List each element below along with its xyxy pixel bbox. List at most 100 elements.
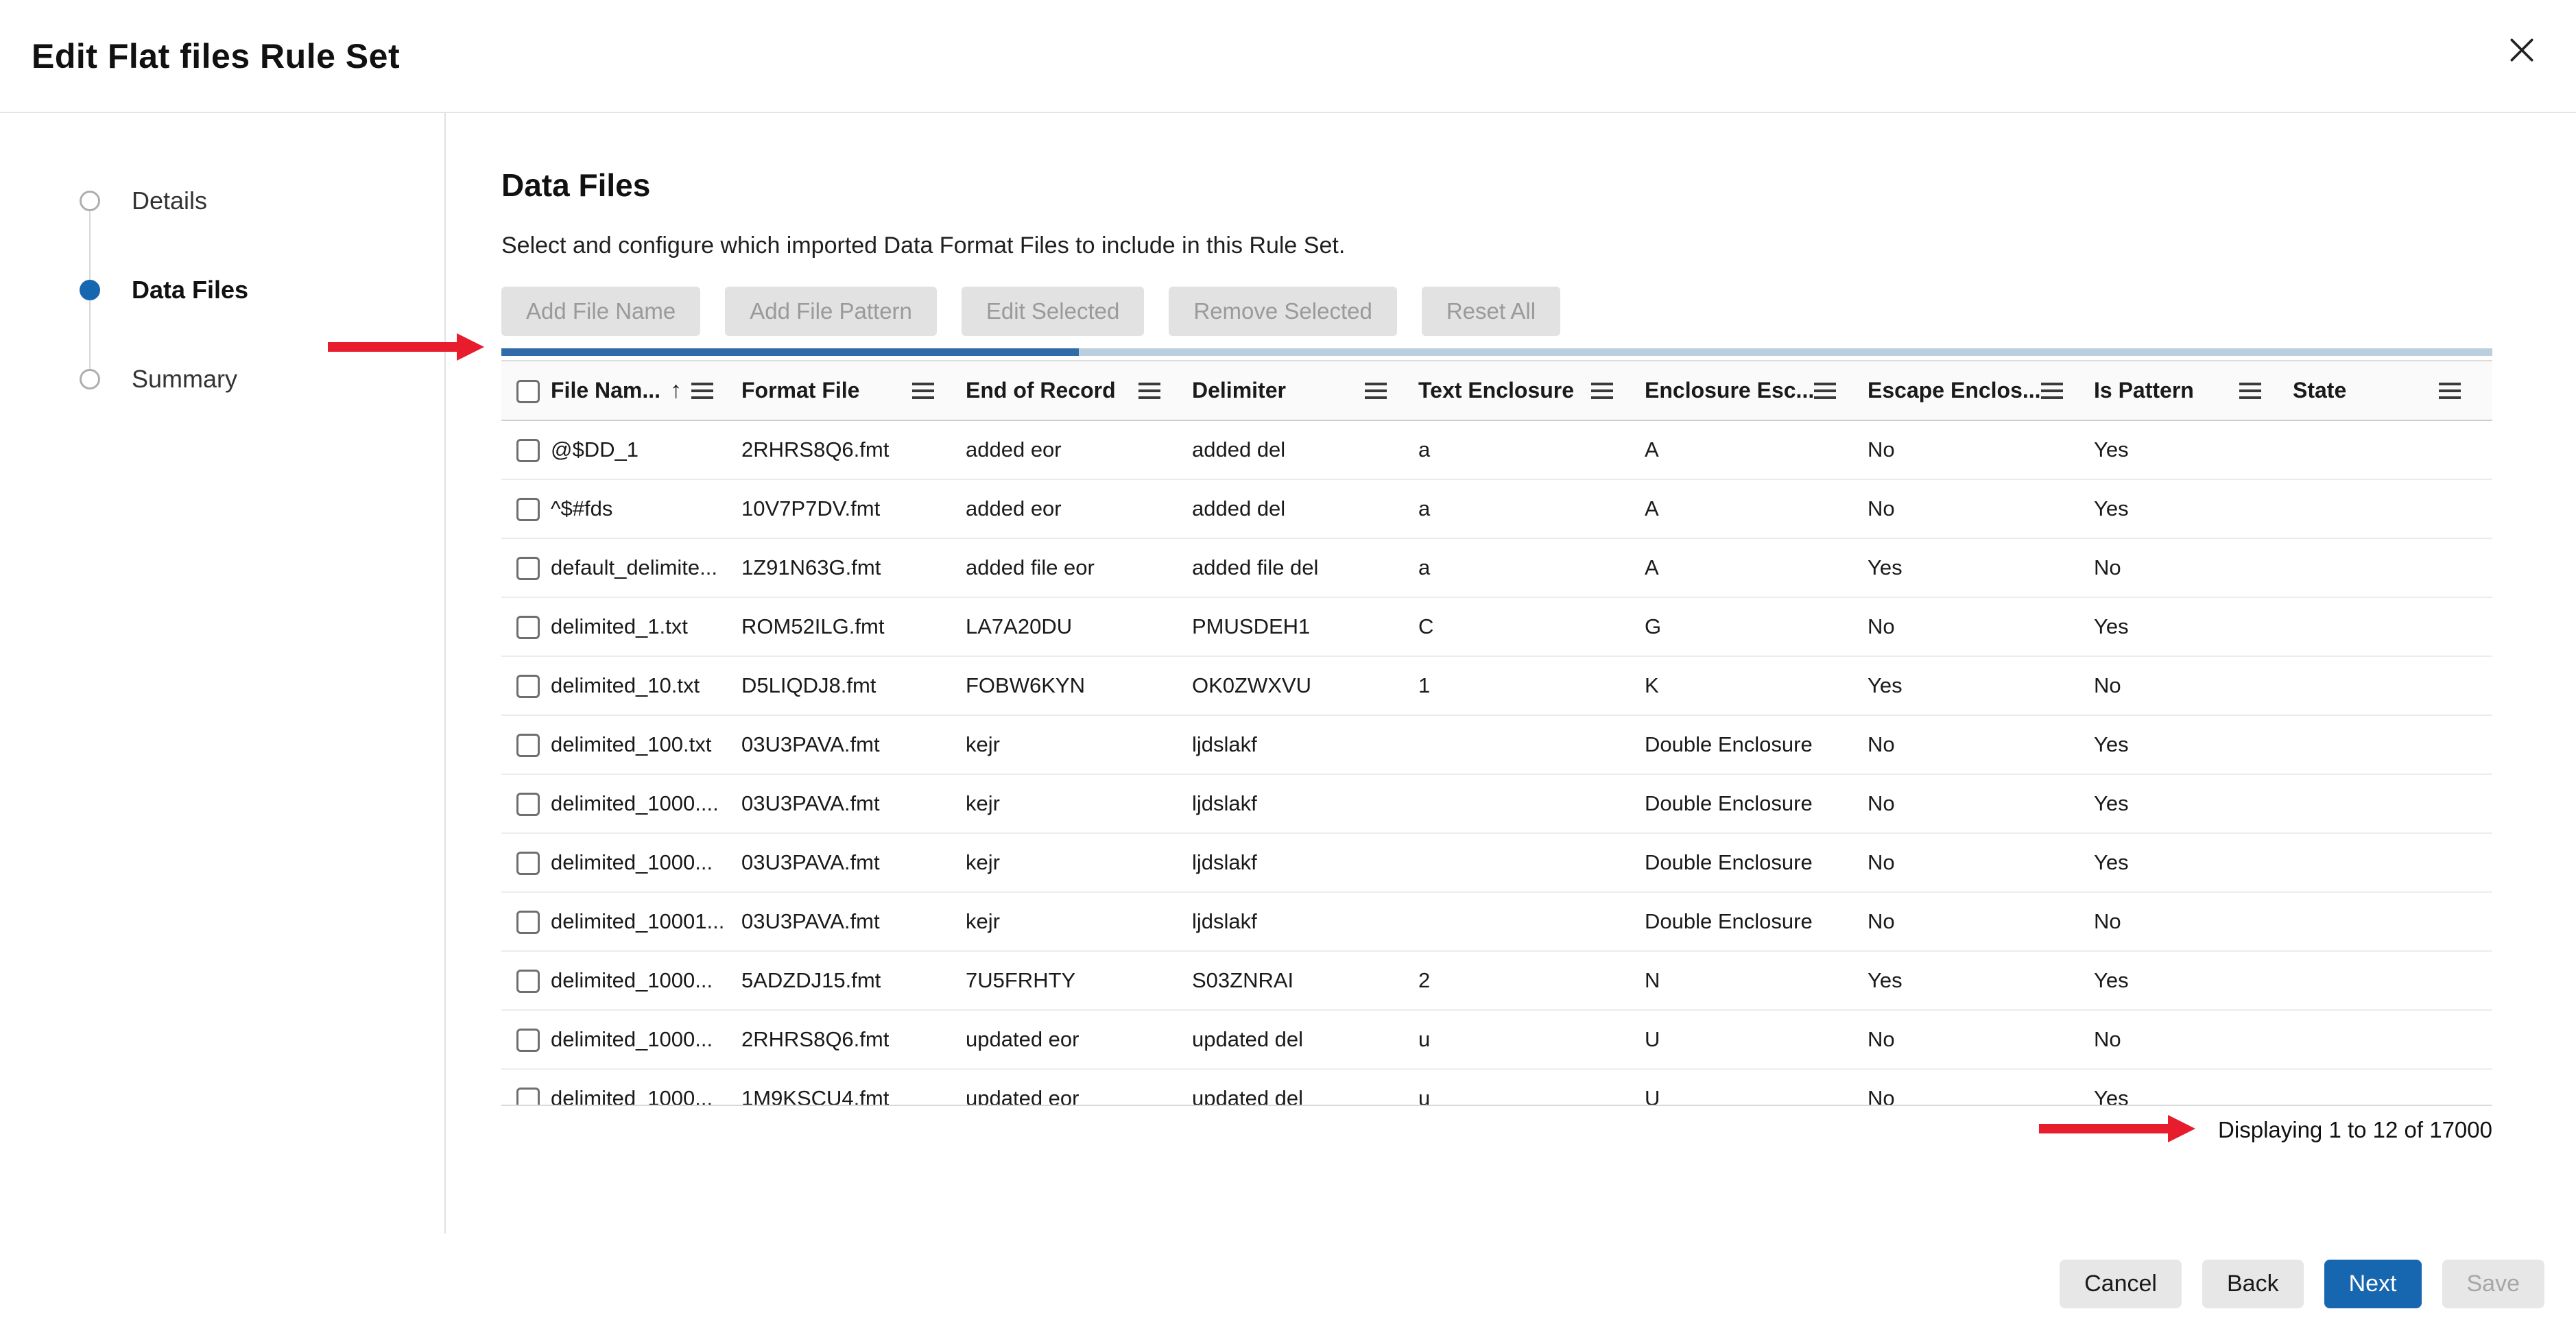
cell-file-name: delimited_1000... (551, 1010, 741, 1069)
back-button[interactable]: Back (2202, 1260, 2304, 1308)
main-panel: Data Files Select and configure which im… (446, 113, 2576, 1234)
table-row[interactable]: delimited_1000... 03U3PAVA.fmt kejr ljds… (501, 833, 2492, 892)
cancel-button[interactable]: Cancel (2060, 1260, 2182, 1308)
row-checkbox[interactable] (516, 734, 540, 757)
table-row[interactable]: delimited_10001... 03U3PAVA.fmt kejr ljd… (501, 892, 2492, 951)
scrollbar-thumb[interactable] (501, 348, 1079, 356)
step-summary[interactable]: Summary (80, 365, 444, 393)
cell-format-file: 5ADZDJ15.fmt (741, 951, 966, 1010)
column-header-enclosure-escape[interactable]: Enclosure Esc... (1645, 361, 1868, 420)
column-menu-icon[interactable] (1138, 389, 1160, 392)
cell-delimiter: ljdslakf (1192, 774, 1418, 833)
data-files-table-container: File Nam... ↑ Format File (501, 360, 2492, 1106)
column-header-format-file[interactable]: Format File (741, 361, 966, 420)
row-checkbox[interactable] (516, 1029, 540, 1052)
column-header-state[interactable]: State (2293, 361, 2492, 420)
cell-delimiter: S03ZNRAI (1192, 951, 1418, 1010)
cell-is-pattern: No (2094, 892, 2293, 951)
column-menu-icon[interactable] (691, 389, 713, 392)
table-row[interactable]: delimited_100.txt 03U3PAVA.fmt kejr ljds… (501, 715, 2492, 774)
table-horizontal-scrollbar[interactable] (501, 348, 2492, 356)
table-row[interactable]: default_delimite... 1Z91N63G.fmt added f… (501, 538, 2492, 597)
cell-is-pattern: Yes (2094, 951, 2293, 1010)
select-all-checkbox[interactable] (516, 380, 540, 403)
add-file-name-button[interactable]: Add File Name (501, 287, 700, 336)
next-button[interactable]: Next (2324, 1260, 2422, 1308)
table-row[interactable]: @$DD_1 2RHRS8Q6.fmt added eor added del … (501, 420, 2492, 479)
edit-selected-button[interactable]: Edit Selected (962, 287, 1144, 336)
cell-escape-enclosure: No (1868, 1010, 2094, 1069)
save-button[interactable]: Save (2442, 1260, 2545, 1308)
cell-escape-enclosure: No (1868, 479, 2094, 538)
table-row[interactable]: delimited_1000... 2RHRS8Q6.fmt updated e… (501, 1010, 2492, 1069)
row-checkbox[interactable] (516, 439, 540, 462)
column-menu-icon[interactable] (1365, 389, 1387, 392)
reset-all-button[interactable]: Reset All (1422, 287, 1560, 336)
column-header-text-enclosure[interactable]: Text Enclosure (1418, 361, 1645, 420)
row-checkbox[interactable] (516, 675, 540, 698)
row-checkbox[interactable] (516, 852, 540, 875)
cell-enclosure-escape: U (1645, 1069, 1868, 1106)
edit-flat-files-rule-set-dialog: Edit Flat files Rule Set Details Data Fi… (0, 0, 2576, 1234)
step-circle-icon (80, 369, 100, 389)
step-details[interactable]: Details (80, 187, 444, 215)
close-icon (2507, 35, 2537, 65)
step-data-files[interactable]: Data Files (80, 276, 444, 304)
cell-escape-enclosure: Yes (1868, 538, 2094, 597)
cell-state (2293, 656, 2492, 715)
row-checkbox[interactable] (516, 793, 540, 816)
table-row[interactable]: ^$#fds 10V7P7DV.fmt added eor added del … (501, 479, 2492, 538)
step-label: Details (132, 187, 207, 215)
data-files-table: File Nam... ↑ Format File (501, 361, 2492, 1106)
column-menu-icon[interactable] (1814, 389, 1836, 392)
cell-is-pattern: Yes (2094, 597, 2293, 656)
close-button[interactable] (2498, 26, 2546, 74)
column-header-escape-enclosure[interactable]: Escape Enclos... (1868, 361, 2094, 420)
column-header-is-pattern[interactable]: Is Pattern (2094, 361, 2293, 420)
table-row[interactable]: delimited_1000... 1M9KSCU4.fmt updated e… (501, 1069, 2492, 1106)
cell-end-of-record: kejr (966, 774, 1192, 833)
cell-end-of-record: kejr (966, 892, 1192, 951)
table-row[interactable]: delimited_1000.... 03U3PAVA.fmt kejr ljd… (501, 774, 2492, 833)
cell-state (2293, 951, 2492, 1010)
column-menu-icon[interactable] (2041, 389, 2063, 392)
table-row[interactable]: delimited_10.txt D5LIQDJ8.fmt FOBW6KYN O… (501, 656, 2492, 715)
cell-state (2293, 597, 2492, 656)
cell-is-pattern: No (2094, 656, 2293, 715)
column-header-delimiter[interactable]: Delimiter (1192, 361, 1418, 420)
column-header-file-name[interactable]: File Nam... ↑ (551, 361, 741, 420)
row-checkbox[interactable] (516, 911, 540, 934)
row-checkbox[interactable] (516, 557, 540, 580)
cell-state (2293, 479, 2492, 538)
cell-file-name: delimited_1000... (551, 951, 741, 1010)
remove-selected-button[interactable]: Remove Selected (1169, 287, 1396, 336)
cell-end-of-record: added file eor (966, 538, 1192, 597)
column-menu-icon[interactable] (912, 389, 934, 392)
row-checkbox[interactable] (516, 1088, 540, 1106)
sort-ascending-icon[interactable]: ↑ (670, 377, 682, 404)
cell-file-name: delimited_1000.... (551, 774, 741, 833)
cell-escape-enclosure: No (1868, 774, 2094, 833)
row-checkbox[interactable] (516, 498, 540, 521)
row-checkbox[interactable] (516, 970, 540, 993)
cell-delimiter: ljdslakf (1192, 715, 1418, 774)
annotation-arrow-scrollbar (328, 333, 486, 361)
table-row[interactable]: delimited_1000... 5ADZDJ15.fmt 7U5FRHTY … (501, 951, 2492, 1010)
column-menu-icon[interactable] (1591, 389, 1613, 392)
row-checkbox[interactable] (516, 616, 540, 639)
cell-text-enclosure (1418, 833, 1645, 892)
dialog-title: Edit Flat files Rule Set (32, 36, 400, 76)
step-circle-icon (80, 191, 100, 211)
cell-delimiter: OK0ZWXVU (1192, 656, 1418, 715)
table-row[interactable]: delimited_1.txt ROM52ILG.fmt LA7A20DU PM… (501, 597, 2492, 656)
table-body: @$DD_1 2RHRS8Q6.fmt added eor added del … (501, 420, 2492, 1106)
cell-state (2293, 1010, 2492, 1069)
cell-state (2293, 1069, 2492, 1106)
column-label: File Nam... (551, 378, 660, 403)
column-header-end-of-record[interactable]: End of Record (966, 361, 1192, 420)
column-menu-icon[interactable] (2239, 389, 2261, 392)
column-menu-icon[interactable] (2439, 389, 2461, 392)
add-file-pattern-button[interactable]: Add File Pattern (725, 287, 937, 336)
cell-escape-enclosure: No (1868, 892, 2094, 951)
cell-file-name: delimited_1000... (551, 1069, 741, 1106)
